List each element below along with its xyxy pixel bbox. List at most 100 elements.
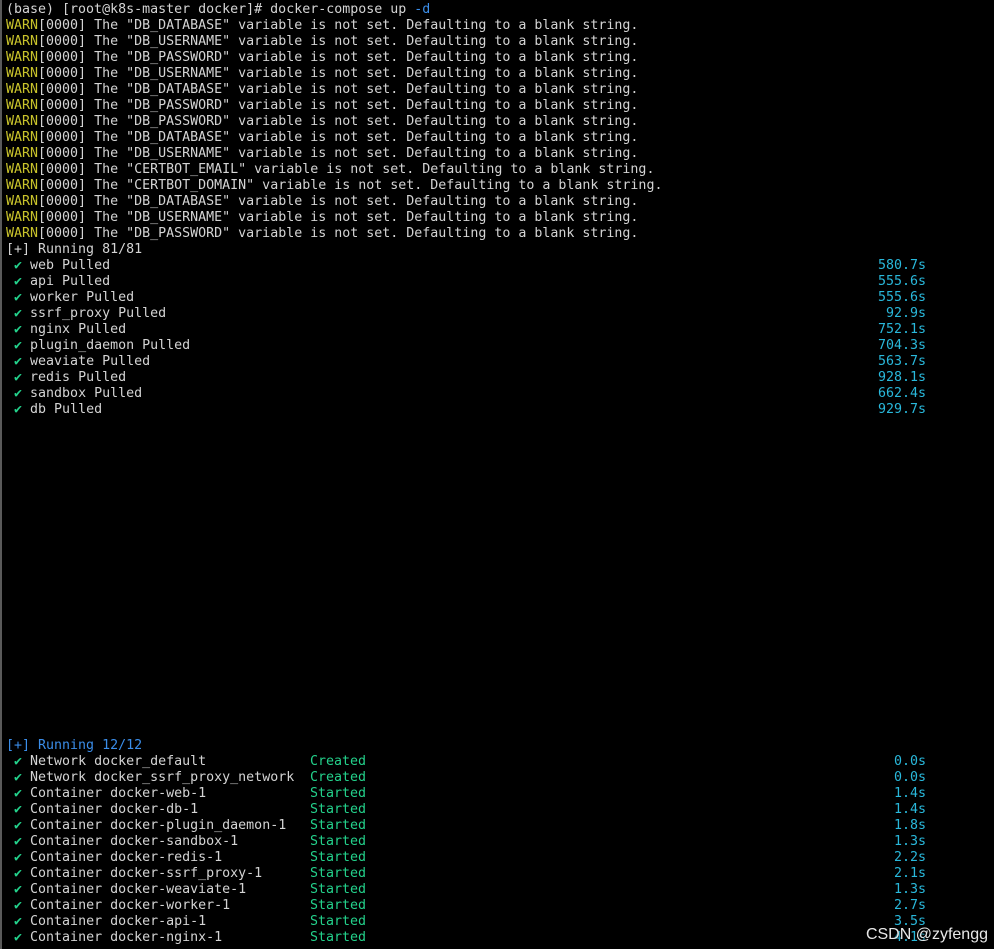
check-icon: ✔ xyxy=(14,898,23,913)
warn-tag: WARN xyxy=(6,194,39,209)
check-icon: ✔ xyxy=(14,930,23,945)
check-icon: ✔ xyxy=(14,818,23,833)
warn-message: [0000] The "DB_USERNAME" variable is not… xyxy=(38,66,639,81)
pull-item-label: nginx Pulled xyxy=(30,322,127,337)
run-item-label: Container docker-plugin_daemon-1 xyxy=(30,818,287,833)
check-icon: ✔ xyxy=(14,306,23,321)
pull-item: ✔ weaviate Pulled xyxy=(14,354,150,370)
warning-line: WARN[0000] The "DB_DATABASE" variable is… xyxy=(6,18,638,34)
run-item-time: 2.1s xyxy=(893,866,926,881)
window-border xyxy=(0,0,2,949)
terminal-window[interactable]: (base) [root@k8s-master docker]# docker-… xyxy=(0,0,994,949)
check-icon: ✔ xyxy=(14,386,23,401)
run-item: ✔ Container docker-ssrf_proxy-1 xyxy=(14,866,262,882)
check-icon: ✔ xyxy=(14,258,23,273)
run-item-time: 1.8s xyxy=(893,818,926,833)
check-icon: ✔ xyxy=(14,770,23,785)
pull-item-label: ssrf_proxy Pulled xyxy=(30,306,167,321)
run-item-label: Container docker-weaviate-1 xyxy=(30,882,247,897)
pull-item-label: weaviate Pulled xyxy=(30,354,151,369)
check-icon: ✔ xyxy=(14,754,23,769)
warn-tag: WARN xyxy=(6,226,39,241)
run-item-time: 1.3s xyxy=(893,882,926,897)
warn-tag: WARN xyxy=(6,210,39,225)
pull-item-label: db Pulled xyxy=(30,402,103,417)
warning-line: WARN[0000] The "DB_USERNAME" variable is… xyxy=(6,34,638,50)
warn-message: [0000] The "CERTBOT_DOMAIN" variable is … xyxy=(38,178,663,193)
run-item-status: Started xyxy=(310,802,367,817)
run-item: ✔ Network docker_default xyxy=(14,754,206,770)
pull-item: ✔ db Pulled xyxy=(14,402,102,418)
warning-line: WARN[0000] The "DB_DATABASE" variable is… xyxy=(6,130,638,146)
run-item-time: 1.4s xyxy=(893,786,926,801)
run-item-time: 1.3s xyxy=(893,834,926,849)
warning-line: WARN[0000] The "DB_PASSWORD" variable is… xyxy=(6,98,638,114)
warn-message: [0000] The "DB_USERNAME" variable is not… xyxy=(38,146,639,161)
run-item-status: Started xyxy=(310,898,367,913)
run-item: ✔ Container docker-redis-1 xyxy=(14,850,222,866)
run-item-label: Network docker_default xyxy=(30,754,207,769)
warning-line: WARN[0000] The "DB_USERNAME" variable is… xyxy=(6,66,638,82)
pull-item: ✔ worker Pulled xyxy=(14,290,134,306)
run-item-label: Container docker-api-1 xyxy=(30,914,207,929)
run-item: ✔ Container docker-db-1 xyxy=(14,802,198,818)
check-icon: ✔ xyxy=(14,786,23,801)
pull-item-label: api Pulled xyxy=(30,274,111,289)
pull-item-label: redis Pulled xyxy=(30,370,127,385)
warn-tag: WARN xyxy=(6,18,39,33)
warning-line: WARN[0000] The "CERTBOT_EMAIL" variable … xyxy=(6,162,654,178)
warn-tag: WARN xyxy=(6,114,39,129)
run-item-status: Started xyxy=(310,818,367,833)
run-item-status: Started xyxy=(310,930,367,945)
run-item-time: 0.0s xyxy=(893,754,926,769)
pull-item: ✔ plugin_daemon Pulled xyxy=(14,338,190,354)
warn-message: [0000] The "DB_PASSWORD" variable is not… xyxy=(38,50,639,65)
run-item: ✔ Container docker-worker-1 xyxy=(14,898,230,914)
run-item: ✔ Container docker-plugin_daemon-1 xyxy=(14,818,286,834)
warn-tag: WARN xyxy=(6,130,39,145)
run-item-status: Created xyxy=(310,754,367,769)
run-item-time: 2.2s xyxy=(893,850,926,865)
pull-item-time: 555.6s xyxy=(877,274,926,289)
run-item-time: 1.4s xyxy=(893,802,926,817)
run-item-label: Container docker-sandbox-1 xyxy=(30,834,239,849)
check-icon: ✔ xyxy=(14,850,23,865)
warn-message: [0000] The "DB_PASSWORD" variable is not… xyxy=(38,114,639,129)
prompt-line: (base) [root@k8s-master docker]# docker-… xyxy=(6,2,430,18)
run-item-status: Started xyxy=(310,914,367,929)
run-item-label: Container docker-web-1 xyxy=(30,786,207,801)
check-icon: ✔ xyxy=(14,354,23,369)
warn-tag: WARN xyxy=(6,146,39,161)
warn-message: [0000] The "CERTBOT_EMAIL" variable is n… xyxy=(38,162,655,177)
pull-item-time: 752.1s xyxy=(877,322,926,337)
run-item-label: Container docker-ssrf_proxy-1 xyxy=(30,866,263,881)
pull-item-time: 662.4s xyxy=(877,386,926,401)
warning-line: WARN[0000] The "DB_PASSWORD" variable is… xyxy=(6,50,638,66)
run-item-label: Container docker-db-1 xyxy=(30,802,199,817)
run-item-status: Started xyxy=(310,786,367,801)
run-header: [+] Running 12/12 xyxy=(6,738,143,753)
warn-message: [0000] The "DB_DATABASE" variable is not… xyxy=(38,130,639,145)
pull-item-label: sandbox Pulled xyxy=(30,386,143,401)
warning-line: WARN[0000] The "DB_PASSWORD" variable is… xyxy=(6,226,638,242)
run-item-label: Container docker-nginx-1 xyxy=(30,930,223,945)
warning-line: WARN[0000] The "DB_DATABASE" variable is… xyxy=(6,194,638,210)
check-icon: ✔ xyxy=(14,290,23,305)
warn-tag: WARN xyxy=(6,98,39,113)
warn-tag: WARN xyxy=(6,34,39,49)
pull-item-time: 580.7s xyxy=(877,258,926,273)
pull-item: ✔ web Pulled xyxy=(14,258,110,274)
pull-item-label: worker Pulled xyxy=(30,290,135,305)
run-item-status: Created xyxy=(310,770,367,785)
run-item: ✔ Container docker-web-1 xyxy=(14,786,206,802)
pull-item: ✔ redis Pulled xyxy=(14,370,126,386)
run-item: ✔ Container docker-nginx-1 xyxy=(14,930,222,946)
watermark: CSDN @zyfengg xyxy=(865,926,988,943)
pull-item-time: 92.9s xyxy=(885,306,926,321)
pull-item-time: 563.7s xyxy=(877,354,926,369)
pull-item: ✔ api Pulled xyxy=(14,274,110,290)
check-icon: ✔ xyxy=(14,402,23,417)
check-icon: ✔ xyxy=(14,834,23,849)
run-item-label: Container docker-redis-1 xyxy=(30,850,223,865)
pull-item: ✔ sandbox Pulled xyxy=(14,386,142,402)
